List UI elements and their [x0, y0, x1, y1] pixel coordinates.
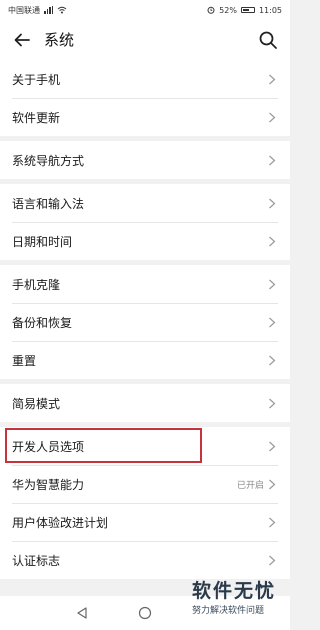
settings-row-date-time[interactable]: 日期和时间 — [0, 222, 290, 260]
settings-row-about-phone[interactable]: 关于手机 — [0, 60, 290, 98]
chevron-right-icon — [269, 112, 276, 123]
back-arrow-icon[interactable] — [12, 30, 32, 50]
signal-icon — [44, 6, 53, 14]
chevron-right-icon — [269, 398, 276, 409]
chevron-right-icon — [269, 236, 276, 247]
row-label: 关于手机 — [12, 72, 61, 87]
app-header: 系统 — [0, 20, 290, 60]
watermark-subtitle: 努力解决软件问题 — [192, 606, 265, 616]
settings-row-huawei-ai[interactable]: 华为智慧能力 已开启 — [0, 465, 290, 503]
triangle-back-icon[interactable] — [75, 606, 89, 620]
row-label: 系统导航方式 — [12, 153, 85, 168]
settings-group-backup: 手机克隆 备份和恢复 重置 — [0, 265, 290, 379]
status-bar: 中国联通 52% 11:05 — [0, 0, 290, 20]
settings-group-about: 关于手机 软件更新 — [0, 60, 290, 136]
settings-row-software-update[interactable]: 软件更新 — [0, 98, 290, 136]
settings-row-phone-clone[interactable]: 手机克隆 — [0, 265, 290, 303]
settings-row-user-experience[interactable]: 用户体验改进计划 — [0, 503, 290, 541]
settings-row-language-input[interactable]: 语言和输入法 — [0, 184, 290, 222]
settings-group-language-date: 语言和输入法 日期和时间 — [0, 184, 290, 260]
chevron-right-icon — [269, 198, 276, 209]
chevron-right-icon — [269, 317, 276, 328]
chevron-right-icon — [269, 517, 276, 528]
alarm-icon — [207, 6, 215, 14]
settings-row-simple-mode[interactable]: 简易模式 — [0, 384, 290, 422]
row-label: 语言和输入法 — [12, 196, 85, 211]
wifi-icon — [57, 6, 67, 14]
battery-percent: 52% — [219, 5, 237, 15]
chevron-right-icon — [269, 441, 276, 452]
row-label: 认证标志 — [12, 553, 61, 568]
row-label: 日期和时间 — [12, 234, 73, 249]
chevron-right-icon — [269, 555, 276, 566]
row-label: 软件更新 — [12, 110, 61, 125]
chevron-right-icon — [269, 279, 276, 290]
page-title: 系统 — [44, 31, 75, 49]
carrier-label: 中国联通 — [8, 5, 40, 15]
settings-row-developer-options[interactable]: 开发人员选项 — [0, 427, 290, 465]
status-value: 已开启 — [236, 480, 264, 491]
circle-home-icon[interactable] — [138, 606, 152, 620]
row-label: 华为智慧能力 — [12, 477, 85, 492]
row-label: 手机克隆 — [12, 277, 61, 292]
row-label: 用户体验改进计划 — [12, 515, 109, 530]
row-label: 简易模式 — [12, 396, 61, 411]
row-label: 重置 — [12, 353, 37, 368]
settings-row-navigation-mode[interactable]: 系统导航方式 — [0, 141, 290, 179]
chevron-right-icon — [269, 355, 276, 366]
settings-group-navigation: 系统导航方式 — [0, 141, 290, 179]
settings-row-certification[interactable]: 认证标志 — [0, 541, 290, 579]
clock-time: 11:05 — [258, 5, 282, 15]
settings-row-backup-restore[interactable]: 备份和恢复 — [0, 303, 290, 341]
search-icon[interactable] — [258, 30, 278, 50]
watermark-title: 软件无忧 — [192, 580, 277, 602]
row-label: 备份和恢复 — [12, 315, 73, 330]
settings-group-simple-mode: 简易模式 — [0, 384, 290, 422]
watermark: 软件无忧 努力解决软件问题 — [188, 578, 288, 628]
battery-icon — [240, 7, 255, 13]
row-label: 开发人员选项 — [12, 439, 85, 454]
settings-group-developer: 开发人员选项 华为智慧能力 已开启 用户体验改进计划 认证标志 — [0, 427, 290, 579]
chevron-right-icon — [269, 74, 276, 85]
chevron-right-icon — [269, 155, 276, 166]
settings-row-reset[interactable]: 重置 — [0, 341, 290, 379]
chevron-right-icon — [269, 479, 276, 490]
